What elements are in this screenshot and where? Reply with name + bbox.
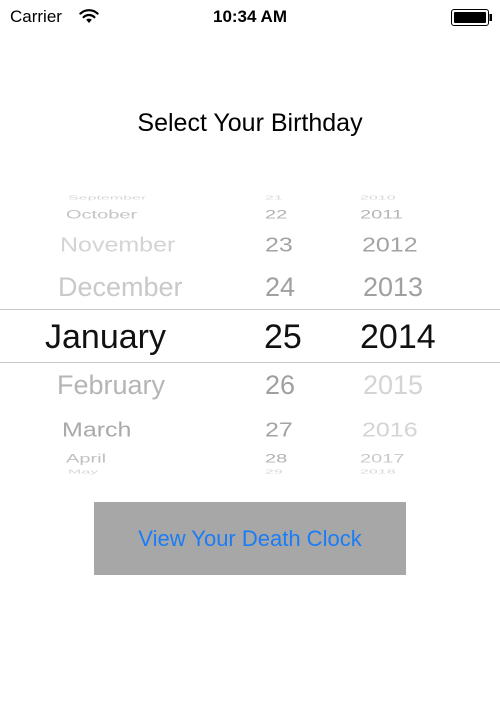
day-option[interactable]: 22	[265, 209, 287, 221]
status-bar: Carrier 10:34 AM	[0, 0, 500, 34]
month-option[interactable]: March	[62, 420, 131, 441]
year-option[interactable]: 2012	[362, 235, 418, 256]
day-option[interactable]: 26	[265, 372, 295, 399]
month-selected[interactable]: January	[45, 320, 166, 354]
year-option[interactable]: 2018	[360, 469, 396, 475]
month-option[interactable]: December	[58, 274, 183, 301]
year-option[interactable]: 2015	[363, 372, 423, 399]
day-option[interactable]: 28	[265, 453, 287, 465]
view-death-clock-button-label: View Your Death Clock	[138, 525, 362, 551]
year-option[interactable]: 2016	[362, 420, 418, 441]
month-option[interactable]: September	[68, 195, 146, 201]
month-option[interactable]: November	[60, 235, 175, 256]
day-option[interactable]: 21	[265, 195, 283, 201]
year-option[interactable]: 2017	[360, 453, 405, 465]
screen: Carrier 10:34 AM Select Your Birthday Se…	[0, 0, 500, 706]
status-time: 10:34 AM	[212, 7, 287, 26]
month-option[interactable]: October	[66, 209, 137, 221]
year-selected[interactable]: 2014	[360, 320, 436, 354]
page-title: Select Your Birthday	[137, 109, 363, 137]
year-option[interactable]: 2013	[363, 274, 423, 301]
year-option[interactable]: 2010	[360, 195, 396, 201]
view-death-clock-button[interactable]: View Your Death Clock	[94, 502, 406, 575]
month-option[interactable]: February	[57, 372, 165, 399]
day-option[interactable]: 29	[265, 469, 283, 475]
year-option[interactable]: 2011	[360, 209, 403, 221]
month-option[interactable]: April	[66, 453, 106, 465]
day-option[interactable]: 27	[265, 420, 293, 441]
picker-selection-bottom-line	[0, 362, 500, 363]
month-option[interactable]: May	[68, 469, 98, 475]
picker-selection-top-line	[0, 309, 500, 310]
day-option[interactable]: 23	[265, 235, 293, 256]
birthday-picker[interactable]: September October November December Janu…	[0, 190, 500, 475]
day-selected[interactable]: 25	[264, 320, 302, 354]
battery-icon	[451, 9, 492, 26]
day-option[interactable]: 24	[265, 274, 295, 301]
